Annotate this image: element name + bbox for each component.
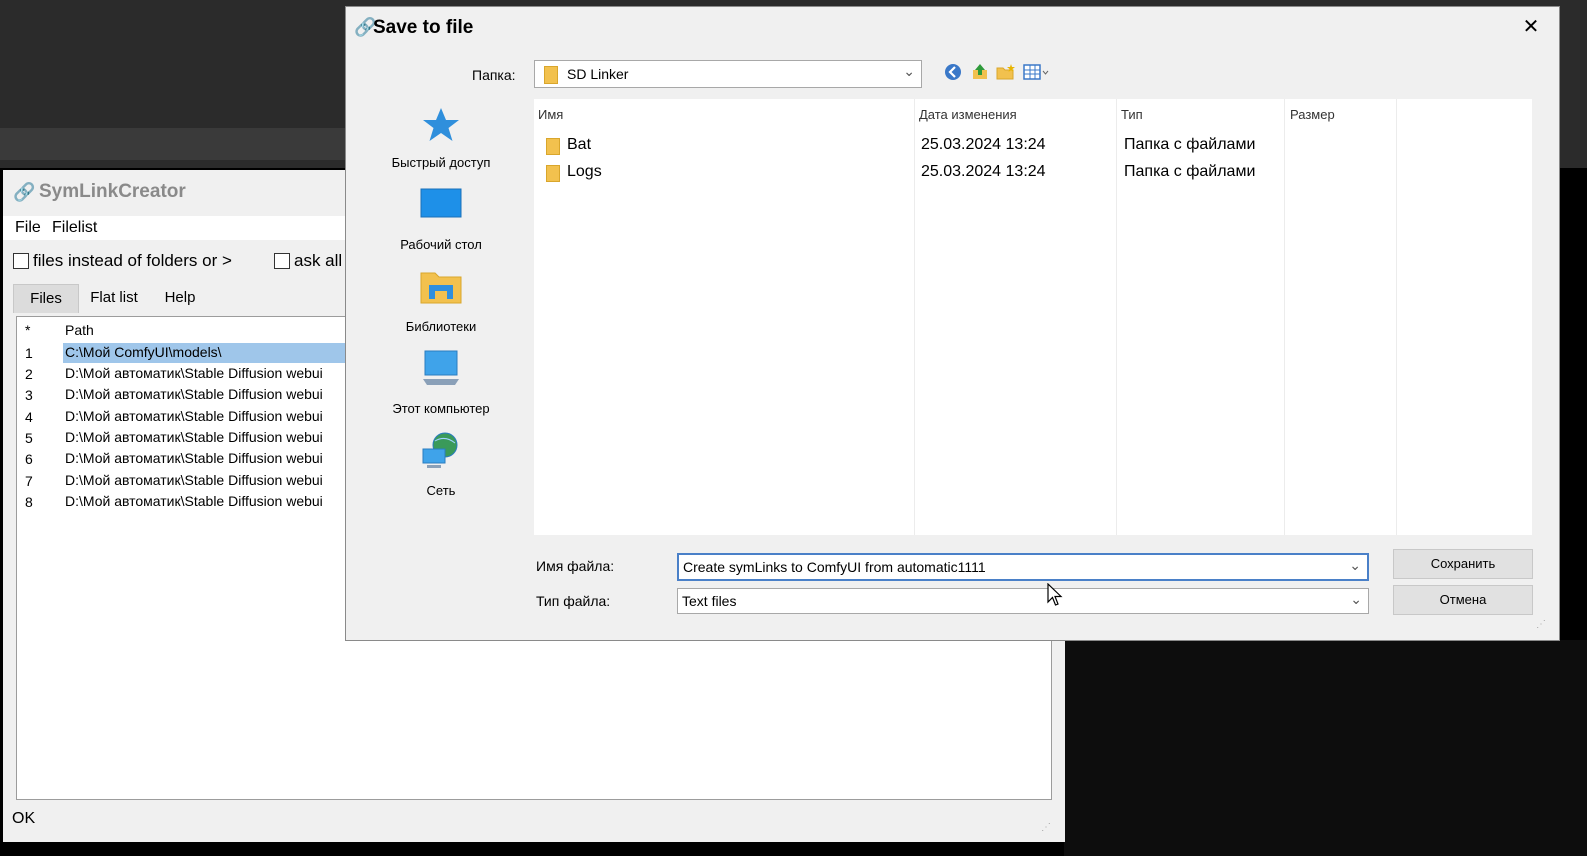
place-label: Сеть bbox=[426, 483, 456, 498]
place-label: Библиотеки bbox=[405, 319, 477, 334]
files-instead-checkbox[interactable] bbox=[13, 253, 29, 269]
place-desktop[interactable]: Рабочий стол bbox=[376, 187, 506, 252]
place-libraries[interactable]: Библиотеки bbox=[376, 267, 506, 334]
ask-all-label[interactable]: ask all bbox=[294, 251, 342, 271]
place-quick-access[interactable]: Быстрый доступ bbox=[376, 105, 506, 170]
place-label: Этот компьютер bbox=[392, 401, 490, 416]
row-path: D:\Мой автоматик\Stable Diffusion webui bbox=[65, 408, 323, 424]
file-name: Bat bbox=[567, 136, 592, 153]
place-label: Быстрый доступ bbox=[391, 155, 491, 170]
file-row-logs[interactable]: Logs 25.03.2024 13:24 Папка с файлами bbox=[534, 160, 1532, 186]
column-path[interactable]: Path bbox=[65, 322, 94, 338]
link-icon: 🔗 bbox=[13, 182, 36, 202]
row-path: D:\Мой автоматик\Stable Diffusion webui bbox=[65, 493, 323, 509]
dialog-titlebar: 🔗 Save to file ✕ bbox=[346, 7, 1559, 51]
window-title: SymLinkCreator bbox=[39, 181, 186, 202]
status-text: OK bbox=[12, 810, 36, 827]
file-row-bat[interactable]: Bat 25.03.2024 13:24 Папка с файлами bbox=[534, 133, 1532, 159]
filetype-select[interactable]: Text files ⌄ bbox=[677, 588, 1369, 614]
folder-icon bbox=[546, 165, 560, 182]
chevron-down-icon[interactable]: ⌄ bbox=[1349, 557, 1361, 574]
filename-label: Имя файла: bbox=[536, 558, 615, 574]
ask-all-checkbox[interactable] bbox=[274, 253, 290, 269]
chevron-down-icon: ⌄ bbox=[903, 63, 915, 79]
row-path: D:\Мой автоматик\Stable Diffusion webui bbox=[65, 450, 323, 466]
folder-value: SD Linker bbox=[567, 66, 629, 82]
row-number: 7 bbox=[25, 473, 33, 489]
row-path: D:\Мой автоматик\Stable Diffusion webui bbox=[65, 472, 323, 488]
row-number: 6 bbox=[25, 451, 33, 467]
background-band bbox=[0, 128, 360, 160]
star-icon bbox=[423, 108, 459, 141]
row-path: D:\Мой автоматик\Stable Diffusion webui bbox=[65, 365, 323, 381]
row-number: 1 bbox=[25, 345, 33, 361]
tab-files[interactable]: Files bbox=[13, 284, 79, 313]
row-number: 4 bbox=[25, 409, 33, 425]
resize-grip-icon[interactable]: ⋰ bbox=[1536, 619, 1546, 630]
row-number: 3 bbox=[25, 387, 33, 403]
filetype-value: Text files bbox=[682, 593, 737, 609]
new-folder-icon[interactable] bbox=[996, 63, 1016, 86]
libraries-icon bbox=[420, 272, 462, 304]
files-instead-label[interactable]: files instead of folders or > bbox=[33, 251, 232, 271]
tab-flat-list[interactable]: Flat list bbox=[83, 284, 145, 312]
place-label: Рабочий стол bbox=[400, 237, 482, 252]
tab-help[interactable]: Help bbox=[153, 284, 207, 312]
computer-icon bbox=[423, 350, 459, 385]
dialog-title: Save to file bbox=[373, 17, 474, 38]
desktop-icon bbox=[420, 188, 462, 218]
save-dialog: 🔗 Save to file ✕ Папка: SD Linker ⌄ Быст… bbox=[345, 6, 1560, 641]
folder-combo[interactable]: SD Linker ⌄ bbox=[534, 60, 922, 88]
file-type: Папка с файлами bbox=[1124, 163, 1256, 180]
close-icon[interactable]: ✕ bbox=[1517, 13, 1545, 41]
row-path: D:\Мой автоматик\Stable Diffusion webui bbox=[65, 429, 323, 445]
resize-grip-icon[interactable]: ⋰ bbox=[1041, 822, 1051, 833]
row-number: 2 bbox=[25, 366, 33, 382]
file-name: Logs bbox=[567, 163, 602, 180]
filename-value: Create symLinks to ComfyUI from automati… bbox=[683, 559, 986, 575]
row-path: D:\Мой автоматик\Stable Diffusion webui bbox=[65, 386, 323, 402]
menu-filelist[interactable]: Filelist bbox=[52, 219, 97, 237]
folder-label: Папка: bbox=[472, 67, 516, 83]
place-this-pc[interactable]: Этот компьютер bbox=[376, 349, 506, 416]
mouse-cursor-icon bbox=[1047, 582, 1063, 612]
file-date: 25.03.2024 13:24 bbox=[921, 163, 1046, 180]
file-list[interactable]: Имя Дата изменения Тип Размер Bat 25.03.… bbox=[534, 99, 1532, 535]
back-icon[interactable] bbox=[944, 63, 962, 86]
column-star[interactable]: * bbox=[25, 322, 30, 338]
network-icon bbox=[422, 432, 458, 468]
file-date: 25.03.2024 13:24 bbox=[921, 136, 1046, 153]
column-name[interactable]: Имя bbox=[538, 107, 563, 122]
menu-file[interactable]: File bbox=[15, 219, 41, 237]
place-network[interactable]: Сеть bbox=[376, 431, 506, 498]
column-type[interactable]: Тип bbox=[1121, 107, 1143, 122]
cancel-button[interactable]: Отмена bbox=[1393, 585, 1533, 615]
filetype-label: Тип файла: bbox=[536, 593, 611, 609]
save-button[interactable]: Сохранить bbox=[1393, 549, 1533, 579]
folder-icon bbox=[546, 138, 560, 155]
row-path: C:\Мой ComfyUI\models\ bbox=[63, 343, 365, 363]
filename-input[interactable]: Create symLinks to ComfyUI from automati… bbox=[677, 553, 1369, 581]
folder-icon bbox=[544, 66, 558, 84]
background-desktop bbox=[1064, 640, 1587, 856]
view-menu-icon[interactable] bbox=[1023, 63, 1049, 86]
places-bar: Быстрый доступ Рабочий стол Библиотеки Э… bbox=[376, 97, 506, 527]
file-type: Папка с файлами bbox=[1124, 136, 1256, 153]
column-date[interactable]: Дата изменения bbox=[919, 107, 1017, 122]
up-folder-icon[interactable] bbox=[971, 63, 989, 86]
chevron-down-icon[interactable]: ⌄ bbox=[1350, 591, 1362, 608]
row-number: 5 bbox=[25, 430, 33, 446]
row-number: 8 bbox=[25, 494, 33, 510]
column-size[interactable]: Размер bbox=[1290, 107, 1335, 122]
